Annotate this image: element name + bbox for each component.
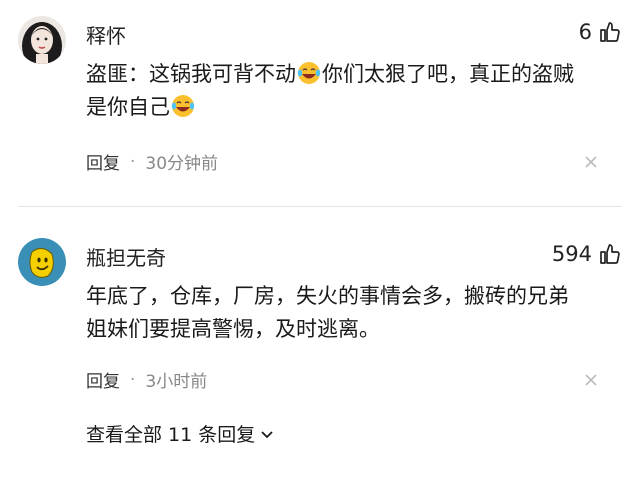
comment-text-line: 姐妹们要提高警惕，及时逃离。 [86,317,380,341]
thumbs-up-icon [600,22,620,42]
close-icon[interactable] [584,373,598,387]
meta-separator: · [130,151,136,172]
comment-meta: 回复 · 3小时前 [86,367,208,393]
comment-meta: 回复 · 30分钟前 [86,149,219,175]
comment-text: 盗匪：这锅我可背不动 你们太狠了吧，真正的盗贼 是你自己 [86,58,616,124]
comment-text-line: 年底了，仓库，厂房，失火的事情会多，搬砖的兄弟 [86,284,569,308]
comment-text: 年底了，仓库，厂房，失火的事情会多，搬砖的兄弟 姐妹们要提高警惕，及时逃离。 [86,280,616,346]
comment-time: 30分钟前 [145,154,219,174]
laughing-crying-emoji-icon [171,95,195,117]
comment-time: 3小时前 [145,372,208,392]
avatar[interactable] [18,16,66,64]
close-icon[interactable] [584,155,598,169]
like-count: 6 [578,20,592,44]
comment-text-segment: 是你自己 [86,95,170,119]
like-button[interactable]: 594 [552,242,622,266]
comment-text-segment: 盗匪：这锅我可背不动 [86,62,296,86]
username[interactable]: 瓶担无奇 [86,242,166,271]
thumbs-up-icon [600,244,620,264]
username[interactable]: 释怀 [86,20,126,49]
view-all-replies-button[interactable]: 查看全部 11 条回复 [86,420,275,447]
yellow-smiley-avatar-icon [18,238,66,286]
comment-thread: 释怀 6 盗匪：这锅我可背不动 你们太狠了吧，真正的盗贼 是你自己 回复 · 30… [0,0,640,482]
view-all-replies-label: 查看全部 11 条回复 [86,424,256,446]
like-count: 594 [551,242,592,266]
laughing-crying-emoji-icon [297,62,321,84]
reply-button[interactable]: 回复 [86,367,120,392]
chevron-down-icon [261,430,273,438]
comment-text-segment: 你们太狠了吧，真正的盗贼 [322,62,574,86]
woman-portrait-avatar-icon [18,16,66,64]
divider [18,206,622,207]
reply-button[interactable]: 回复 [86,149,120,174]
meta-separator: · [130,369,136,390]
like-button[interactable]: 6 [579,20,622,44]
avatar[interactable] [18,238,66,286]
